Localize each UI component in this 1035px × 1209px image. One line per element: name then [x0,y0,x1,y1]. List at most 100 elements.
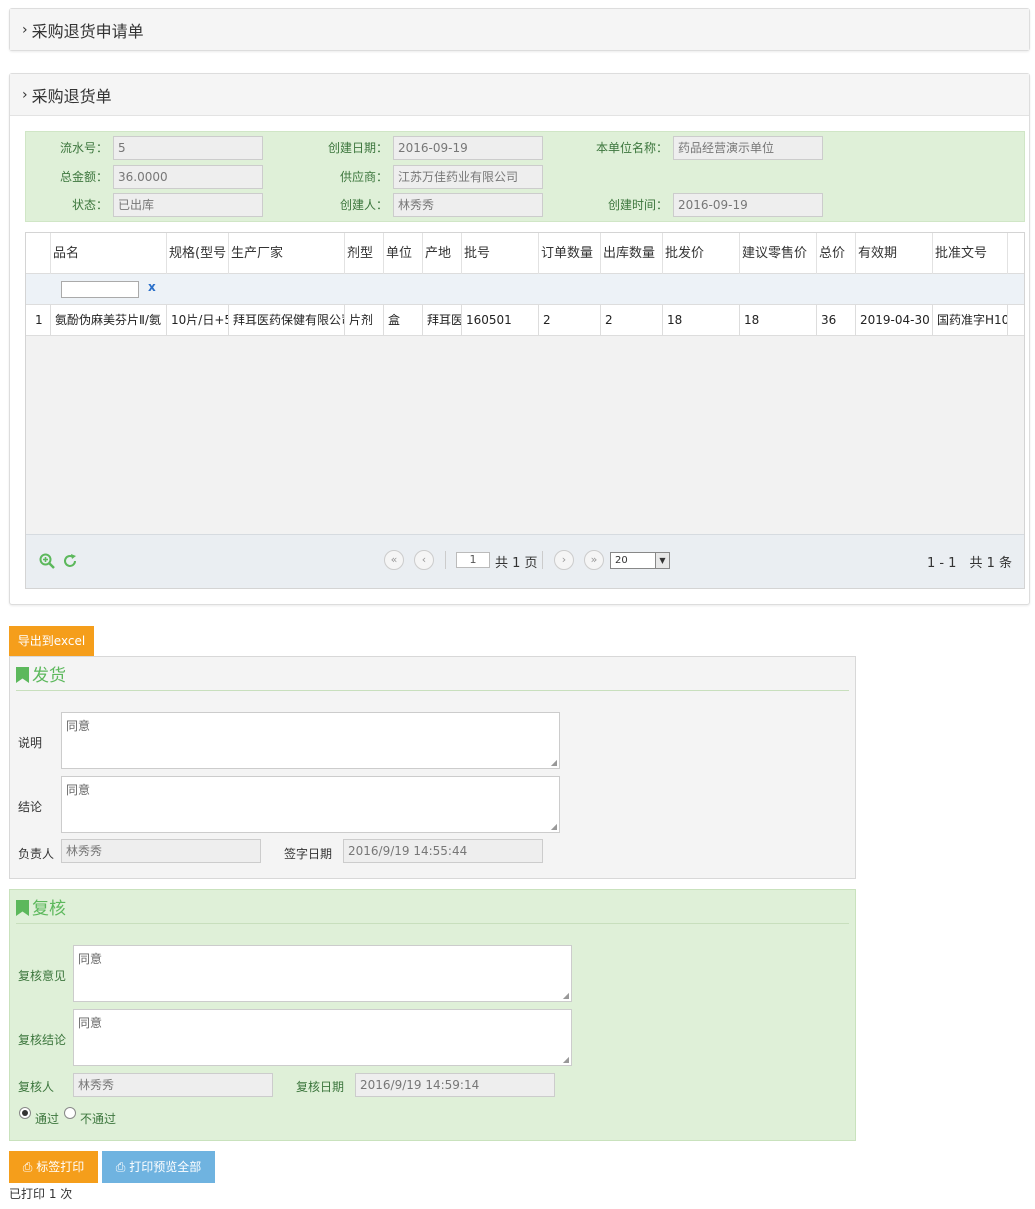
desc-textarea[interactable]: 同意 ◢ [61,712,560,769]
amount-field[interactable]: 36.0000 [113,165,263,189]
review-section: 复核 复核意见 同意 ◢ 复核结论 同意 ◢ 复核人 林秀秀 复核日期 2016… [9,889,856,1141]
grid-header-retail-price[interactable]: 建议零售价 [740,233,817,274]
cell-expiry: 2019-04-30 [856,305,933,336]
grid-header-index [26,233,51,274]
order-info-box: 流水号： 5 创建日期： 2016-09-19 本单位名称： 药品经营演示单位 … [25,131,1025,222]
export-excel-button[interactable]: 导出到excel [9,626,94,656]
zoom-in-icon[interactable] [39,553,55,569]
page-size-value: 20 [615,555,628,566]
cell-total: 36 [817,305,856,336]
record-range: 1 - 1 共 1 条 [926,556,1012,571]
grid-header-manufacturer[interactable]: 生产厂家 [229,233,345,274]
prev-page-icon[interactable]: ‹ [414,550,434,570]
supplier-label: 供应商： [339,170,388,184]
first-page-icon[interactable]: « [384,550,404,570]
clear-filter-button[interactable]: x [148,280,156,294]
print-preview-all-button[interactable]: ⎙ 打印预览全部 [102,1151,215,1183]
pass-radio[interactable] [19,1107,31,1119]
resize-grip-icon[interactable]: ◢ [551,758,557,767]
grid-header-wholesale-price[interactable]: 批发价 [663,233,740,274]
creator-label: 创建人： [339,198,388,212]
panel-header-apply[interactable]: › 采购退货申请单 [10,9,1029,50]
unit-name-field[interactable]: 药品经营演示单位 [673,136,823,160]
cell-batch: 160501 [462,305,539,336]
label-print-text: 标签打印 [36,1160,85,1174]
cell-out-qty: 2 [601,305,663,336]
unit-name-label: 本单位名称： [595,141,668,155]
cell-dosage-form: 片剂 [345,305,384,336]
chevron-down-icon: ▼ [655,553,669,568]
creator-field[interactable]: 林秀秀 [393,193,543,217]
grid-header-out-qty[interactable]: 出库数量 [601,233,663,274]
reviewer-field[interactable]: 林秀秀 [73,1073,273,1097]
table-row[interactable]: 1 氨酚伪麻美芬片Ⅱ/氨 10片/日+5 拜耳医药保健有限公司 片剂 盒 拜耳医… [26,305,1024,336]
conclusion-label: 结论 [18,800,43,814]
serial-field[interactable]: 5 [113,136,263,160]
printed-count: 已打印 1 次 [9,1187,73,1201]
ship-title: 发货 [16,665,849,691]
cell-spec: 10片/日+5 [167,305,229,336]
create-date-field[interactable]: 2016-09-19 [393,136,543,160]
resize-grip-icon[interactable]: ◢ [563,991,569,1000]
grid-header-unit[interactable]: 单位 [384,233,423,274]
owner-label: 负责人 [18,847,55,861]
conclusion-value: 同意 [66,783,91,797]
grid-filter-row: x [26,274,1024,305]
cell-wholesale-price: 18 [663,305,740,336]
supplier-field[interactable]: 江苏万佳药业有限公司 [393,165,543,189]
panel-title-return: 采购退货单 [31,86,112,106]
review-date-field[interactable]: 2016/9/19 14:59:14 [355,1073,555,1097]
review-conclusion-label: 复核结论 [18,1033,67,1047]
pager-divider [542,551,543,569]
review-conclusion-value: 同意 [78,1016,103,1030]
create-date-label: 创建日期： [327,141,388,155]
conclusion-textarea[interactable]: 同意 ◢ [61,776,560,833]
grid-header-spec[interactable]: 规格(型号 [167,233,229,274]
cell-order-qty: 2 [539,305,601,336]
name-filter-input[interactable] [61,281,139,298]
resize-grip-icon[interactable]: ◢ [551,822,557,831]
grid-header-name[interactable]: 品名 [51,233,167,274]
reviewer-label: 复核人 [18,1080,55,1094]
grid-header-origin[interactable]: 产地 [423,233,462,274]
grid-header-total[interactable]: 总价 [817,233,856,274]
row-index: 1 [26,305,51,336]
grid-header-row: 品名 规格(型号 生产厂家 剂型 单位 产地 批号 订单数量 出库数量 批发价 … [26,233,1024,274]
owner-field[interactable]: 林秀秀 [61,839,261,863]
desc-label: 说明 [18,736,43,750]
grid-header-dosage-form[interactable]: 剂型 [345,233,384,274]
panel-header-return[interactable]: › 采购退货单 [10,74,1029,116]
fail-label[interactable]: 不通过 [80,1110,116,1127]
last-page-icon[interactable]: » [584,550,604,570]
serial-label: 流水号： [59,141,108,155]
grid-header-order-qty[interactable]: 订单数量 [539,233,601,274]
cell-approval-no: 国药准字H10 [933,305,1008,336]
bookmark-icon [16,667,29,683]
page-number-input[interactable]: 1 [456,552,490,568]
resize-grip-icon[interactable]: ◢ [563,1055,569,1064]
purchase-return-apply-panel: › 采购退货申请单 [9,8,1030,51]
page-size-select[interactable]: 20 ▼ [610,552,670,569]
review-date-label: 复核日期 [296,1080,345,1094]
review-opinion-textarea[interactable]: 同意 ◢ [73,945,572,1002]
label-print-button[interactable]: ⎙ 标签打印 [9,1151,98,1183]
next-page-icon[interactable]: › [554,550,574,570]
status-field[interactable]: 已出库 [113,193,263,217]
sign-date-field[interactable]: 2016/9/19 14:55:44 [343,839,543,863]
bookmark-icon [16,900,29,916]
cell-name: 氨酚伪麻美芬片Ⅱ/氨 [51,305,167,336]
fail-radio[interactable] [64,1107,76,1119]
pass-label[interactable]: 通过 [35,1110,59,1127]
cell-unit: 盒 [384,305,423,336]
review-conclusion-textarea[interactable]: 同意 ◢ [73,1009,572,1066]
grid-header-batch[interactable]: 批号 [462,233,539,274]
grid-header-expiry[interactable]: 有效期 [856,233,933,274]
status-label: 状态： [71,198,108,212]
refresh-icon[interactable] [62,553,78,569]
printer-icon: ⎙ [22,1160,33,1174]
create-time-field[interactable]: 2016-09-19 [673,193,823,217]
cell-origin: 拜耳医 [423,305,462,336]
chevron-right-icon: › [22,21,28,38]
sign-date-label: 签字日期 [284,847,333,861]
grid-header-approval-no[interactable]: 批准文号 [933,233,1008,274]
